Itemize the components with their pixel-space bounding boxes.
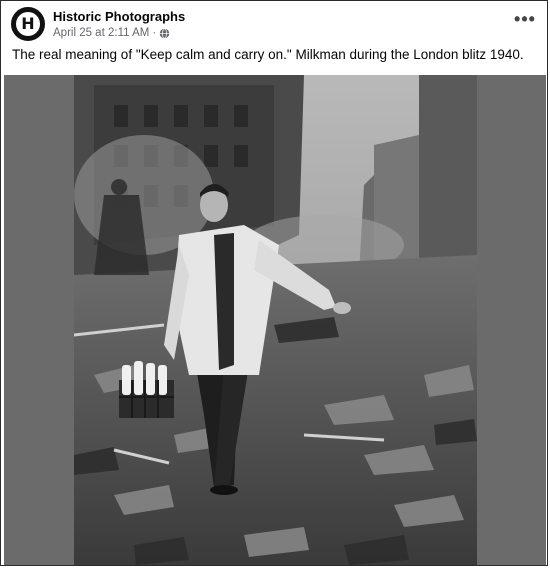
post-header: H Historic Photographs April 25 at 2:11 … [1, 1, 549, 73]
post-caption: The real meaning of "Keep calm and carry… [12, 47, 524, 62]
globe-icon [159, 27, 170, 39]
post-photo[interactable] [74, 75, 477, 565]
more-options-icon: ••• [514, 9, 536, 29]
page-avatar[interactable]: H [11, 7, 45, 41]
post-meta: April 25 at 2:11 AM · [53, 27, 170, 39]
photo-letterbox [4, 75, 546, 565]
post-card: H Historic Photographs April 25 at 2:11 … [0, 0, 548, 566]
more-options-button[interactable]: ••• [511, 9, 539, 33]
milkman-photo-illustration [74, 75, 477, 565]
meta-separator: · [152, 27, 157, 39]
page-name-link[interactable]: Historic Photographs [53, 9, 185, 24]
post-timestamp[interactable]: April 25 at 2:11 AM [53, 27, 149, 39]
avatar-letter: H [21, 14, 35, 33]
